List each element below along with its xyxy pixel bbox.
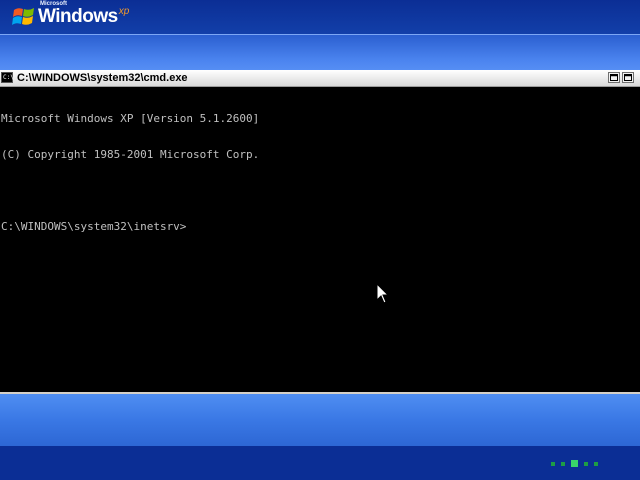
cmd-window-title: C:\WINDOWS\system32\cmd.exe (17, 72, 188, 84)
restore-button[interactable] (608, 72, 620, 83)
cmd-window[interactable]: C:\ C:\WINDOWS\system32\cmd.exe Microsof… (0, 70, 640, 394)
microsoft-label: Microsoft (40, 1, 67, 7)
windows-flag-icon (12, 8, 34, 25)
progress-dot (561, 461, 565, 466)
restore-icon (610, 74, 618, 81)
windows-xp-wordmark: Microsoft Windowsxp (38, 1, 130, 30)
desktop-screen: Microsoft Windowsxp C:\ C:\WINDOWS\syste… (0, 0, 640, 480)
cmd-titlebar[interactable]: C:\ C:\WINDOWS\system32\cmd.exe (0, 70, 640, 87)
console-icon[interactable]: C:\ (1, 72, 14, 83)
bottom-band (0, 446, 640, 480)
setup-progress-indicator (551, 460, 598, 467)
maximize-icon (624, 74, 632, 81)
maximize-button[interactable] (622, 72, 634, 83)
progress-dot (584, 461, 588, 466)
progress-dot (594, 461, 598, 466)
console-line: Microsoft Windows XP [Version 5.1.2600] (1, 112, 260, 125)
header-band: Microsoft Windowsxp (0, 0, 640, 34)
setup-footer-band (0, 394, 640, 446)
console-prompt[interactable]: C:\WINDOWS\system32\inetsrv> (1, 221, 640, 233)
progress-dot (571, 460, 578, 467)
console-line: (C) Copyright 1985-2001 Microsoft Corp. (1, 148, 260, 161)
progress-dot (551, 461, 555, 466)
xp-label: xp (118, 6, 130, 17)
console-output[interactable]: Microsoft Windows XP [Version 5.1.2600] … (0, 89, 640, 389)
windows-label: Windows (38, 6, 118, 27)
windows-xp-logo: Microsoft Windowsxp (12, 1, 130, 30)
mouse-pointer-icon (376, 283, 390, 304)
